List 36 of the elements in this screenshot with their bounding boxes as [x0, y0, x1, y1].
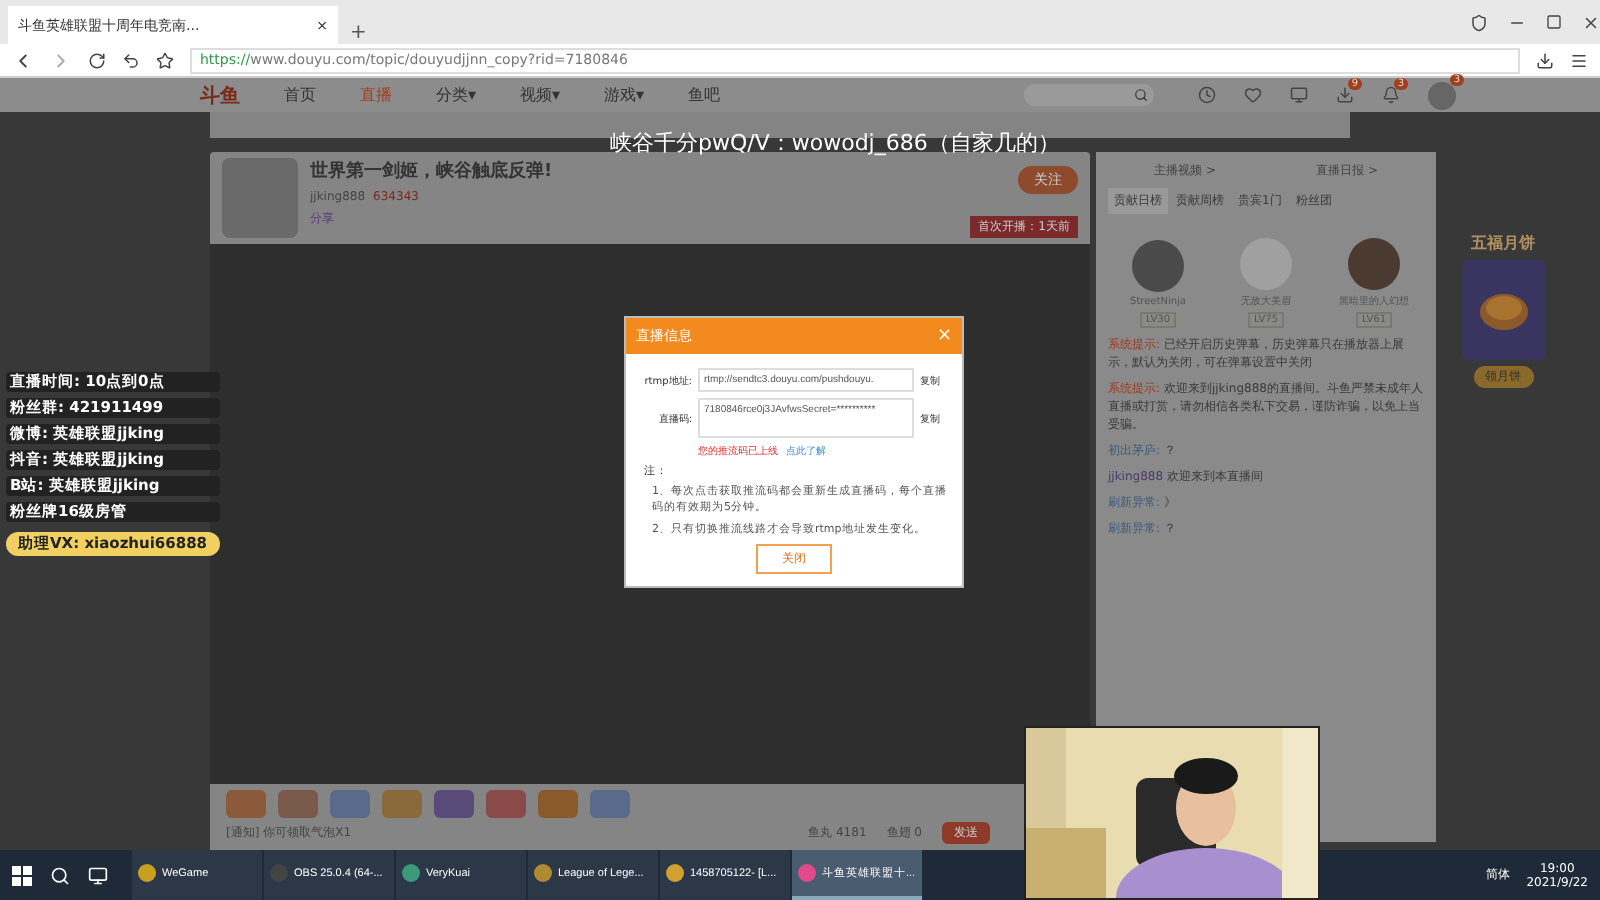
- nav-item[interactable]: 视频▾: [520, 84, 561, 106]
- bookmark-icon[interactable]: [156, 51, 174, 69]
- download-icon[interactable]: [1536, 51, 1554, 69]
- nav-item[interactable]: 分类▾: [436, 84, 477, 106]
- room-title: 世界第一剑姬，峡谷触底反弹!: [310, 158, 553, 184]
- promo-title: 五福月饼: [1471, 232, 1535, 254]
- mooncake-icon: [1477, 288, 1529, 332]
- search-icon: [1134, 88, 1149, 102]
- shield-icon[interactable]: [1470, 13, 1488, 31]
- bell-icon[interactable]: [1382, 86, 1401, 104]
- task-view-icon[interactable]: [88, 865, 108, 885]
- close-icon[interactable]: [1582, 13, 1600, 31]
- streamer-avatar: [222, 158, 298, 238]
- reload-icon[interactable]: [88, 51, 106, 69]
- maximize-icon[interactable]: [1546, 14, 1562, 30]
- user-avatar: [1348, 238, 1400, 290]
- nav-item[interactable]: 鱼吧: [688, 84, 721, 106]
- site-logo[interactable]: 斗鱼: [200, 81, 240, 109]
- menu-icon[interactable]: [1570, 51, 1588, 69]
- caption-text: 峡谷千分pwQ/V：wowodj_686（自家几的）: [610, 128, 1060, 158]
- search-icon[interactable]: [50, 865, 70, 885]
- heart-icon[interactable]: [1244, 86, 1263, 104]
- gift-icon[interactable]: [486, 790, 526, 818]
- user-avatar: [1132, 239, 1184, 291]
- nav-item[interactable]: 首页: [284, 84, 316, 106]
- search-field[interactable]: [1024, 84, 1155, 106]
- avatar[interactable]: [1428, 81, 1457, 109]
- gift-icon[interactable]: [278, 790, 318, 818]
- gift-icon[interactable]: [434, 790, 474, 818]
- close-button[interactable]: ×: [936, 326, 952, 346]
- undo-icon[interactable]: [122, 51, 140, 69]
- monitor-icon[interactable]: [1290, 86, 1309, 104]
- nav-item[interactable]: 游戏▾: [604, 84, 645, 106]
- start-icon[interactable]: [12, 865, 32, 885]
- history-icon[interactable]: [1198, 86, 1217, 104]
- new-tab-button[interactable]: +: [350, 22, 367, 44]
